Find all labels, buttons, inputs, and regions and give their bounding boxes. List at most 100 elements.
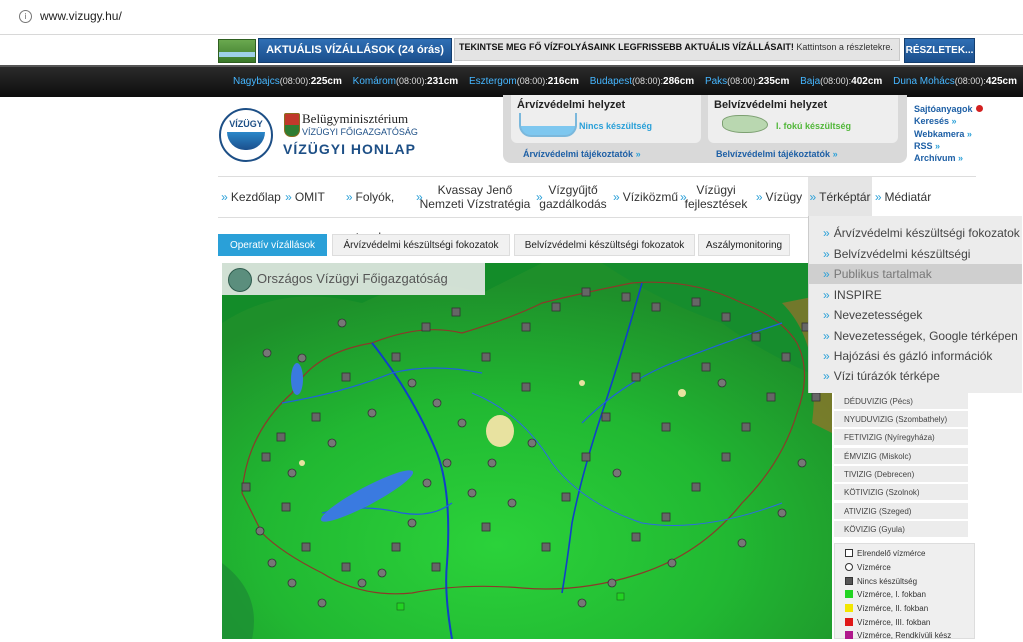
- chevron-right-icon: »: [823, 247, 830, 261]
- directorate-link[interactable]: ÉMVIZIG (Miskolc): [834, 448, 968, 465]
- chevron-right-icon: »: [345, 190, 353, 204]
- legend-item: Vízmérce, I. fokban: [845, 589, 926, 601]
- square-marker-icon: [845, 631, 853, 639]
- nav-vizgyujto[interactable]: » Vízgyűjtő gazdálkodás: [536, 177, 610, 217]
- nav-vizikozmu[interactable]: » Víziközmű: [613, 177, 678, 217]
- water-level-ticker: Nagybajcs(08:00):225cm Komárom(08:00):23…: [0, 65, 1023, 97]
- ticker-item[interactable]: Paks(08:00):235cm: [705, 76, 789, 87]
- chevron-right-icon: »: [536, 190, 543, 204]
- chevron-right-icon: »: [809, 190, 817, 204]
- notice-rest-text: Kattintson a részletekre.: [793, 42, 893, 52]
- nav-kezdolap[interactable]: » Kezdőlap: [220, 177, 282, 217]
- ticker-item[interactable]: Esztergom(08:00):216cm: [469, 76, 579, 87]
- directorate-link[interactable]: FETIVIZIG (Nyíregyháza): [834, 429, 968, 446]
- search-link[interactable]: Keresés »: [914, 115, 983, 127]
- square-marker-icon: [845, 604, 853, 612]
- flood-status: Nincs készültség: [579, 121, 653, 131]
- legend-item: Vízmérce, III. fokban: [845, 617, 930, 629]
- archive-link[interactable]: Archívum »: [914, 152, 983, 164]
- tab-operativ-vizallasok[interactable]: Operatív vízállások: [218, 234, 327, 256]
- address-bar[interactable]: i www.vizugy.hu/: [0, 0, 1023, 35]
- protection-status-panels: Árvízvédelmi helyzet Nincs készültség Be…: [503, 95, 907, 163]
- tab-belvizvedelmi[interactable]: Belvízvédelmi készültségi fokozatok: [514, 234, 695, 256]
- map-canvas[interactable]: [222, 263, 832, 639]
- dropdown-item[interactable]: » Árvízvédelmi készültségi fokozatok: [809, 223, 1022, 243]
- flood-bulletins-link[interactable]: Árvízvédelmi tájékoztatók »: [523, 149, 641, 159]
- rss-link[interactable]: RSS »: [914, 140, 983, 152]
- double-chevron-icon: »: [635, 149, 641, 159]
- chevron-right-icon: »: [823, 226, 830, 240]
- url-text[interactable]: www.vizugy.hu/: [40, 9, 122, 23]
- double-chevron-icon: »: [958, 153, 964, 164]
- site-name[interactable]: VÍZÜGYI HONLAP: [283, 141, 416, 157]
- dropdown-item[interactable]: » INSPIRE: [809, 285, 1022, 305]
- dropdown-item[interactable]: » Publikus tartalmak: [809, 264, 1022, 284]
- nav-vizstrategia[interactable]: » Kvassay Jenő Nemzeti Vízstratégia: [414, 177, 536, 217]
- chevron-right-icon: »: [680, 190, 687, 204]
- directorate-name: VÍZÜGYI FŐIGAZGATÓSÁG: [302, 127, 418, 137]
- directorate-link[interactable]: KÖVIZIG (Gyula): [834, 521, 968, 538]
- nav-terkeptar[interactable]: » Térképtár: [808, 177, 872, 217]
- river-thumbnail-image[interactable]: [218, 39, 256, 63]
- site-info-icon[interactable]: i: [19, 10, 32, 23]
- nav-mediatar[interactable]: » Médiatár: [874, 177, 932, 217]
- current-water-levels-button[interactable]: AKTUÁLIS VÍZÁLLÁSOK (24 órás): [258, 38, 452, 63]
- river-level-icon: [519, 113, 577, 137]
- nav-omit[interactable]: » OMIT: [284, 177, 326, 217]
- directorate-link[interactable]: DÉDUVIZIG (Pécs): [834, 393, 968, 410]
- dropdown-item[interactable]: »Belvízvédelmi készültségi fokozatok: [809, 244, 1022, 281]
- legend-item: Nincs készültség: [845, 576, 917, 588]
- chevron-right-icon: »: [823, 349, 830, 363]
- press-link[interactable]: Sajtóanyagok: [914, 103, 983, 115]
- tab-arvizvedelmi[interactable]: Árvízvédelmi készültségi fokozatok: [332, 234, 510, 256]
- notice-bold-text: TEKINTSE MEG FŐ VÍZFOLYÁSAINK LEGFRISSEB…: [459, 42, 794, 52]
- directorate-link[interactable]: KÖTIVIZIG (Szolnok): [834, 484, 968, 501]
- chevron-right-icon: »: [874, 190, 882, 204]
- chevron-right-icon: »: [755, 190, 763, 204]
- flood-protection-panel[interactable]: Árvízvédelmi helyzet Nincs készültség: [511, 95, 701, 143]
- nav-fejlesztesek[interactable]: » Vízügyi fejlesztések: [680, 177, 752, 217]
- ticker-item[interactable]: Budapest(08:00):286cm: [590, 76, 694, 87]
- chevron-right-icon: »: [823, 369, 830, 383]
- ticker-item[interactable]: Baja(08:00):402cm: [800, 76, 882, 87]
- chevron-right-icon: »: [823, 329, 830, 343]
- chevron-right-icon: »: [285, 190, 292, 204]
- square-marker-icon: [845, 618, 853, 626]
- legend-item: Elrendelő vízmérce: [845, 548, 925, 560]
- tab-aszalymonitoring[interactable]: Aszálymonitoring: [698, 234, 790, 256]
- dropdown-item[interactable]: » Nevezetességek, Google térképen: [809, 326, 1022, 346]
- ticker-items: Nagybajcs(08:00):225cm Komárom(08:00):23…: [233, 76, 1023, 87]
- inland-bulletins-link[interactable]: Belvízvédelmi tájékoztatók »: [716, 149, 838, 159]
- double-chevron-icon: »: [951, 116, 957, 127]
- square-marker-icon: [845, 577, 853, 585]
- nav-vizugy[interactable]: » Vízügy: [754, 177, 804, 217]
- dropdown-item[interactable]: » Nevezetességek: [809, 305, 1022, 325]
- directorate-link[interactable]: ATIVIZIG (Szeged): [834, 503, 968, 520]
- hungary-water-map[interactable]: [222, 263, 832, 639]
- hungarian-crest-icon: [284, 113, 300, 137]
- square-marker-icon: [845, 590, 853, 598]
- terkeptar-dropdown: » Árvízvédelmi készültségi fokozatok » Bel…: [808, 216, 1022, 393]
- inland-status: I. fokú készültség: [776, 121, 852, 131]
- directorate-link[interactable]: TIVIZIG (Debrecen): [834, 466, 968, 483]
- water-levels-notice[interactable]: TEKINTSE MEG FŐ VÍZFOLYÁSAINK LEGFRISSEB…: [454, 38, 900, 61]
- directorate-link[interactable]: NYUDUVIZIG (Szombathely): [834, 411, 968, 428]
- ticker-item[interactable]: Nagybajcs(08:00):225cm: [233, 76, 342, 87]
- dropdown-item[interactable]: » Vízi túrázók térképe: [809, 366, 1022, 386]
- webcam-link[interactable]: Webkamera »: [914, 128, 983, 140]
- legend-item: Vízmérce, Rendkívüli kész: [845, 630, 951, 642]
- quick-links: Sajtóanyagok Keresés » Webkamera » RSS »…: [914, 103, 983, 164]
- vizugy-logo[interactable]: VÍZÜGY: [219, 108, 273, 162]
- chevron-right-icon: »: [823, 288, 830, 302]
- ticker-item[interactable]: Duna Mohács(08:00):425cm: [893, 76, 1017, 87]
- chevron-right-icon: »: [416, 190, 423, 204]
- chevron-right-icon: »: [823, 308, 830, 322]
- details-button[interactable]: RÉSZLETEK...: [904, 38, 975, 63]
- inland-water-panel[interactable]: Belvízvédelmi helyzet I. fokú készültség: [708, 95, 898, 143]
- nav-folyok-tavak[interactable]: »Folyók, tavak: [330, 177, 410, 244]
- logo-text: VÍZÜGY: [229, 119, 263, 129]
- ticker-item[interactable]: Komárom(08:00):231cm: [353, 76, 459, 87]
- chevron-right-icon: »: [613, 190, 620, 204]
- double-chevron-icon: »: [832, 149, 838, 159]
- dropdown-item[interactable]: » Hajózási és gázló információk: [809, 346, 1022, 366]
